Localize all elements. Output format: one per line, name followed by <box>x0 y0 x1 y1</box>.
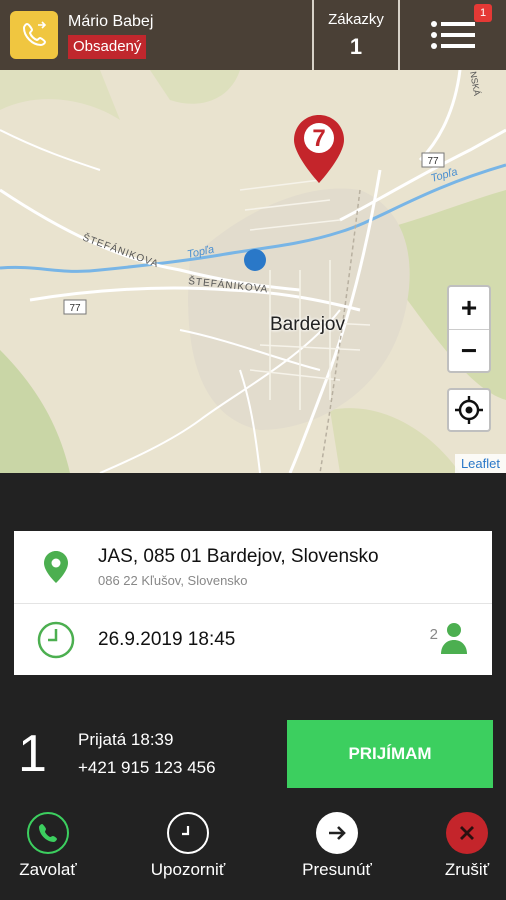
call-label: Zavolať <box>19 860 77 879</box>
cancel-button[interactable]: Zrušiť <box>412 812 506 880</box>
app: Mário Babej Obsadený Zákazky 1 1 7 ŠTEFÁ… <box>0 0 506 900</box>
person-icon <box>441 623 467 654</box>
marker-number: 7 <box>312 125 325 152</box>
notify-button[interactable]: Upozorniť <box>133 812 243 880</box>
notification-badge: 1 <box>474 4 492 22</box>
orders-label: Zákazky <box>328 10 384 28</box>
destination-address: 086 22 Kľušov, Slovensko <box>98 573 248 588</box>
phone-call-icon <box>27 812 69 854</box>
order-number: 1 <box>18 725 47 783</box>
move-label: Presunúť <box>302 860 372 879</box>
leaflet-attribution[interactable]: Leaflet <box>454 454 506 473</box>
crosshair-icon <box>455 396 483 424</box>
map-tiles: 7 ŠTEFÁNIKOVA ŠTEFÁNIKOVA Topľa Topľa 77… <box>0 70 506 473</box>
passenger-count: 2 <box>430 622 468 654</box>
locate-button[interactable] <box>447 388 491 432</box>
phone-icon[interactable] <box>10 11 58 59</box>
cancel-label: Zrušiť <box>444 860 490 879</box>
notify-label: Upozorniť <box>150 860 226 879</box>
top-bar: Mário Babej Obsadený Zákazky 1 1 <box>0 0 506 70</box>
zoom-in-button[interactable]: + <box>449 287 489 329</box>
city-label: Bardejov <box>270 314 345 335</box>
current-location-dot <box>244 249 266 271</box>
order-datetime: 26.9.2019 18:45 <box>98 628 236 650</box>
driver-info: Mário Babej Obsadený <box>0 0 312 70</box>
orders-count: 1 <box>349 33 363 59</box>
driver-name: Mário Babej <box>68 12 154 30</box>
list-menu-icon <box>431 21 475 49</box>
address-row: JAS, 085 01 Bardejov, Slovensko 086 22 K… <box>14 531 492 603</box>
clock-icon <box>37 621 75 658</box>
location-pin-icon <box>44 551 68 583</box>
pickup-address: JAS, 085 01 Bardejov, Slovensko <box>98 546 379 567</box>
road-number-label: 77 <box>427 156 439 167</box>
map[interactable]: 7 ŠTEFÁNIKOVA ŠTEFÁNIKOVA Topľa Topľa 77… <box>0 70 506 473</box>
time-row: 26.9.2019 18:45 2 <box>14 603 492 675</box>
accepted-time: Prijatá 18:39 <box>78 730 174 749</box>
passenger-count-value: 2 <box>429 626 438 643</box>
accept-button[interactable]: PRIJÍMAM <box>287 720 493 788</box>
customer-phone[interactable]: +421 915 123 456 <box>78 754 216 782</box>
move-button[interactable]: Presunúť <box>282 812 392 880</box>
order-info: Prijatá 18:39 +421 915 123 456 <box>78 726 216 782</box>
menu-button[interactable]: 1 <box>400 0 506 70</box>
alarm-clock-icon <box>167 812 209 854</box>
zoom-out-button[interactable]: − <box>449 329 489 371</box>
arrow-right-icon <box>316 812 358 854</box>
call-button[interactable]: Zavolať <box>0 812 103 880</box>
action-bar: Zavolať Upozorniť Presunúť Zrušiť <box>0 812 506 900</box>
road-number-label: 77 <box>69 303 81 314</box>
zoom-control: + − <box>447 285 491 373</box>
orders-counter[interactable]: Zákazky 1 <box>312 0 400 70</box>
order-details-card: JAS, 085 01 Bardejov, Slovensko 086 22 K… <box>14 531 492 675</box>
status-badge[interactable]: Obsadený <box>68 34 147 59</box>
close-icon <box>446 812 488 854</box>
